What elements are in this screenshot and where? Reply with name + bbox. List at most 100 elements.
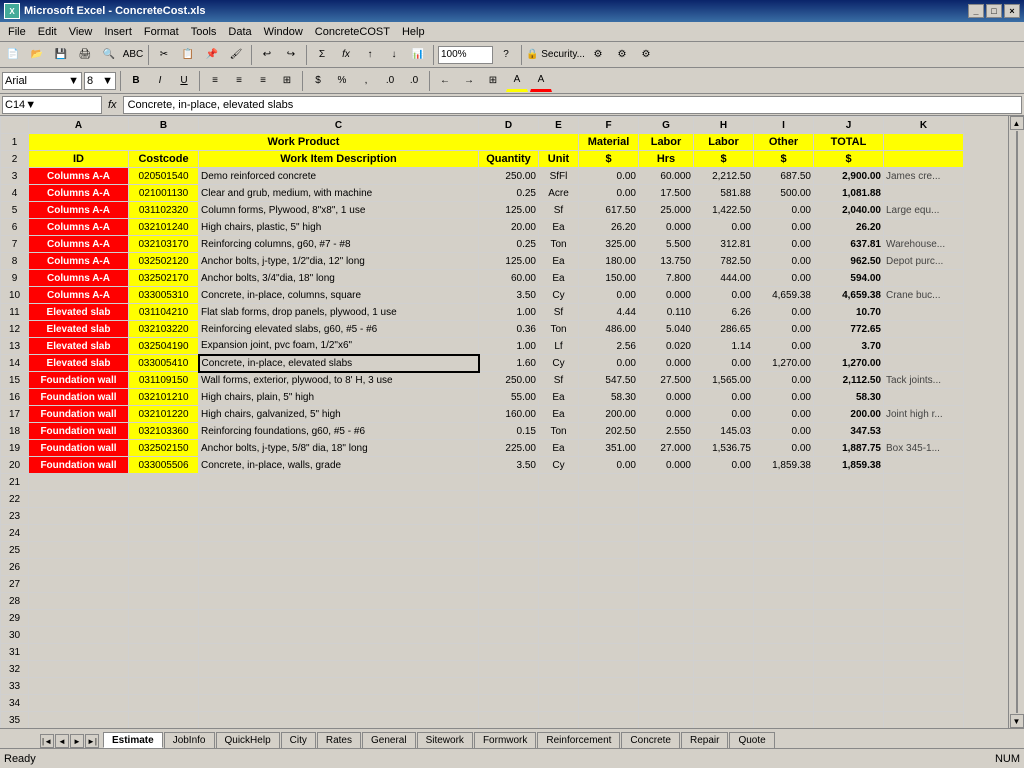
cell-B33[interactable] (129, 678, 199, 695)
cell-J10[interactable]: 4,659.38 (814, 287, 884, 304)
cell-A33[interactable] (29, 678, 129, 695)
col-header-J[interactable]: J (814, 117, 884, 134)
sheet-tab-general[interactable]: General (362, 732, 416, 748)
help-btn[interactable]: ? (495, 44, 517, 66)
sort-asc-btn[interactable]: ↑ (359, 44, 381, 66)
cell-J32[interactable] (814, 661, 884, 678)
italic-btn[interactable]: I (149, 70, 171, 92)
cell-I35[interactable] (754, 712, 814, 729)
cell-A24[interactable] (29, 525, 129, 542)
sheet-tab-sitework[interactable]: Sitework (417, 732, 473, 748)
menu-item-data[interactable]: Data (222, 24, 257, 40)
cell-G10[interactable]: 0.000 (639, 287, 694, 304)
cell-G21[interactable] (639, 474, 694, 491)
cell-A18[interactable]: Foundation wall (29, 423, 129, 440)
cell-K13[interactable] (884, 338, 964, 355)
cell-D31[interactable] (479, 644, 539, 661)
vertical-scrollbar[interactable]: ▲ ▼ (1008, 116, 1024, 728)
cell-H14[interactable]: 0.00 (694, 355, 754, 372)
fx-btn[interactable]: fx (335, 44, 357, 66)
cell-H28[interactable] (694, 593, 754, 610)
cell-F20[interactable]: 0.00 (579, 457, 639, 474)
cell-J18[interactable]: 347.53 (814, 423, 884, 440)
cell-H8[interactable]: 782.50 (694, 253, 754, 270)
cell-I30[interactable] (754, 627, 814, 644)
hdr-total-label[interactable]: TOTAL (814, 134, 884, 151)
cell-C3[interactable]: Demo reinforced concrete (199, 168, 479, 185)
cell-B7[interactable]: 032103170 (129, 236, 199, 253)
cell-C32[interactable] (199, 661, 479, 678)
cell-K11[interactable] (884, 304, 964, 321)
cell-H26[interactable] (694, 559, 754, 576)
cell-D18[interactable]: 0.15 (479, 423, 539, 440)
cell-J17[interactable]: 200.00 (814, 406, 884, 423)
save-btn[interactable]: 💾 (50, 44, 72, 66)
cell-D16[interactable]: 55.00 (479, 389, 539, 406)
cell-E34[interactable] (539, 695, 579, 712)
cell-C9[interactable]: Anchor bolts, 3/4"dia, 18" long (199, 270, 479, 287)
cell-E6[interactable]: Ea (539, 219, 579, 236)
cell-C17[interactable]: High chairs, galvanized, 5" high (199, 406, 479, 423)
cell-E21[interactable] (539, 474, 579, 491)
chart-btn[interactable]: 📊 (407, 44, 429, 66)
cell-G13[interactable]: 0.020 (639, 338, 694, 355)
cell-G33[interactable] (639, 678, 694, 695)
cell-C19[interactable]: Anchor bolts, j-type, 5/8" dia, 18" long (199, 440, 479, 457)
cell-H31[interactable] (694, 644, 754, 661)
tab-next-btn[interactable]: ► (70, 734, 84, 748)
cell-C7[interactable]: Reinforcing columns, g60, #7 - #8 (199, 236, 479, 253)
cell-C28[interactable] (199, 593, 479, 610)
border-btn[interactable]: ⊞ (482, 70, 504, 92)
cell-A10[interactable]: Columns A-A (29, 287, 129, 304)
cell-J31[interactable] (814, 644, 884, 661)
cell-J11[interactable]: 10.70 (814, 304, 884, 321)
cell-G6[interactable]: 0.000 (639, 219, 694, 236)
hdr-quantity[interactable]: Quantity (479, 151, 539, 168)
cell-J35[interactable] (814, 712, 884, 729)
cell-A20[interactable]: Foundation wall (29, 457, 129, 474)
cell-C18[interactable]: Reinforcing foundations, g60, #5 - #6 (199, 423, 479, 440)
menu-item-format[interactable]: Format (138, 24, 185, 40)
cell-D35[interactable] (479, 712, 539, 729)
cell-A8[interactable]: Columns A-A (29, 253, 129, 270)
cell-K27[interactable] (884, 576, 964, 593)
col-header-D[interactable]: D (479, 117, 539, 134)
cell-F10[interactable]: 0.00 (579, 287, 639, 304)
cell-I17[interactable]: 0.00 (754, 406, 814, 423)
cell-B15[interactable]: 031109150 (129, 372, 199, 389)
autosum-btn[interactable]: Σ (311, 44, 333, 66)
cell-J13[interactable]: 3.70 (814, 338, 884, 355)
cell-F16[interactable]: 58.30 (579, 389, 639, 406)
cell-F22[interactable] (579, 491, 639, 508)
cell-D30[interactable] (479, 627, 539, 644)
cell-F19[interactable]: 351.00 (579, 440, 639, 457)
cell-C15[interactable]: Wall forms, exterior, plywood, to 8' H, … (199, 372, 479, 389)
cell-I25[interactable] (754, 542, 814, 559)
cell-C29[interactable] (199, 610, 479, 627)
cell-F35[interactable] (579, 712, 639, 729)
cell-K12[interactable] (884, 321, 964, 338)
cell-K23[interactable] (884, 508, 964, 525)
cell-J23[interactable] (814, 508, 884, 525)
cell-B29[interactable] (129, 610, 199, 627)
copy-btn[interactable]: 📋 (177, 44, 199, 66)
cell-H34[interactable] (694, 695, 754, 712)
decimal-inc-btn[interactable]: .0 (379, 70, 401, 92)
bold-btn[interactable]: B (125, 70, 147, 92)
cell-C12[interactable]: Reinforcing elevated slabs, g60, #5 - #6 (199, 321, 479, 338)
cell-I26[interactable] (754, 559, 814, 576)
cell-J4[interactable]: 1,081.88 (814, 185, 884, 202)
cell-H25[interactable] (694, 542, 754, 559)
tab-first-btn[interactable]: |◄ (40, 734, 54, 748)
cell-H18[interactable]: 145.03 (694, 423, 754, 440)
cell-D28[interactable] (479, 593, 539, 610)
cell-H15[interactable]: 1,565.00 (694, 372, 754, 389)
cell-J28[interactable] (814, 593, 884, 610)
cell-F29[interactable] (579, 610, 639, 627)
fill-color-btn[interactable]: A (506, 70, 528, 92)
col-header-C[interactable]: C (199, 117, 479, 134)
cell-D14[interactable]: 1.60 (479, 355, 539, 372)
cell-F12[interactable]: 486.00 (579, 321, 639, 338)
comma-btn[interactable]: , (355, 70, 377, 92)
menu-item-window[interactable]: Window (258, 24, 309, 40)
